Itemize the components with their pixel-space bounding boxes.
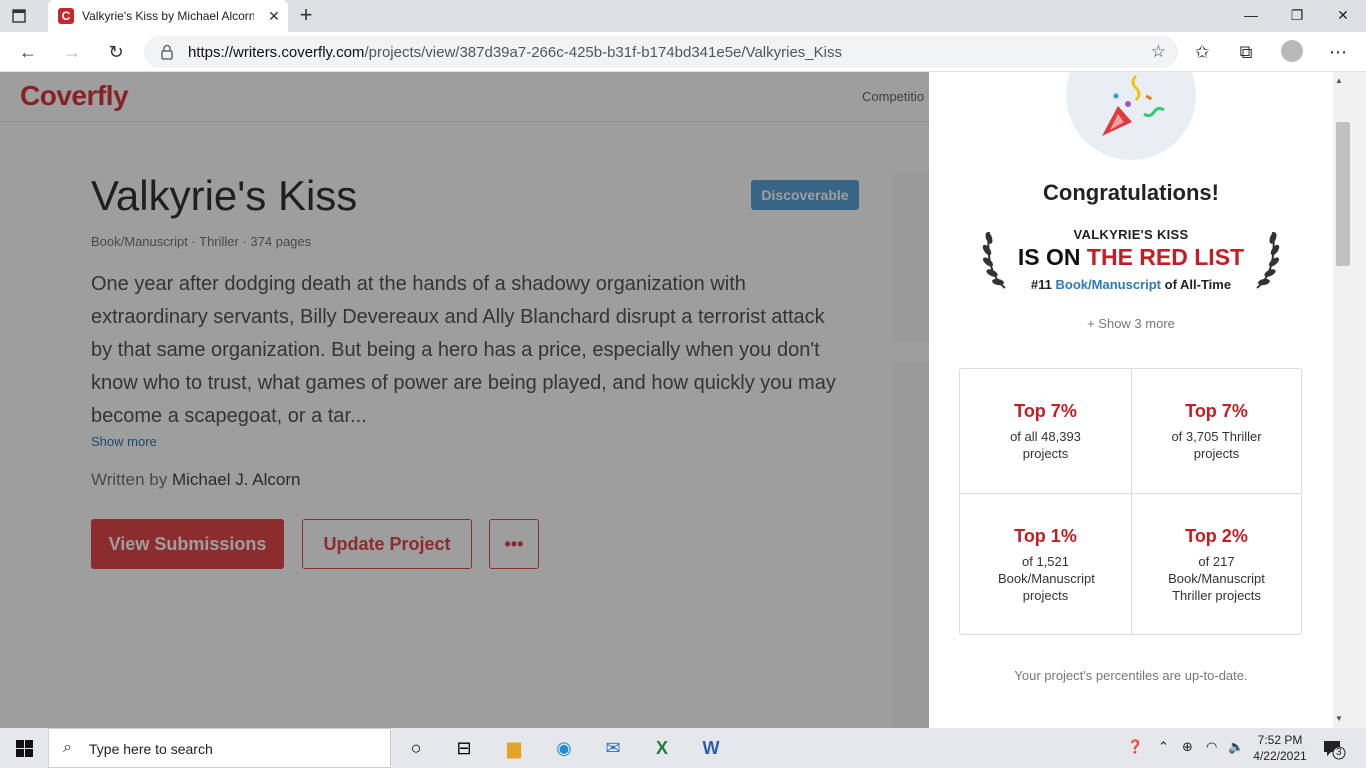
stat-description: of 1,521 Book/Manuscript projects	[998, 554, 1095, 603]
clock-date: 4/22/2021	[1253, 749, 1307, 763]
collections-icon[interactable]: ⧉	[1234, 40, 1258, 64]
url-path: /projects/view/387d39a7-266c-425b-b31f-b…	[364, 44, 842, 61]
excel-icon[interactable]: X	[650, 736, 674, 760]
stat-percentile: Top 7%	[1014, 401, 1077, 421]
word-icon[interactable]: W	[699, 736, 723, 760]
back-arrow-icon[interactable]: ←	[16, 40, 40, 64]
refresh-icon[interactable]: ↻	[104, 40, 128, 64]
stat-description: of 3,705 Thriller projects	[1171, 429, 1262, 461]
search-placeholder: Type here to search	[89, 741, 213, 757]
browser-toolbar: ← → ↻ https://writers.coverfly.com/proje…	[0, 32, 1366, 72]
taskbar-search[interactable]: ⌕ Type here to search	[48, 728, 391, 768]
stat-percentile: Top 7%	[1185, 401, 1248, 421]
windows-taskbar: ⌕ Type here to search ○ ⊟ ▆ ◉ ✉ X W ❓ ⌃ …	[0, 728, 1366, 768]
screen: C Valkyrie's Kiss by Michael Alcorn ✕ + …	[0, 0, 1366, 768]
profile-avatar-icon[interactable]	[1281, 40, 1303, 62]
browser-tab-active[interactable]: C Valkyrie's Kiss by Michael Alcorn ✕	[48, 0, 288, 32]
network-device-icon[interactable]: ⊕	[1182, 739, 1193, 755]
new-tab-plus-icon[interactable]: +	[294, 4, 318, 28]
stat-description: of all 48,393 projects	[1010, 429, 1081, 461]
red-list-project-name: VALKYRIE'S KISS	[1073, 227, 1189, 242]
help-icon[interactable]: ❓	[1127, 739, 1143, 755]
coverfly-favicon-icon: C	[58, 8, 74, 24]
forward-arrow-icon[interactable]: →	[60, 40, 84, 64]
lock-icon[interactable]	[160, 44, 174, 60]
web-page: Coverfly Competitio Valkyrie's Kiss Disc…	[0, 72, 1366, 728]
restore-icon[interactable]: ❐	[1274, 0, 1320, 32]
stat-cell: Top 2% of 217 Book/Manuscript Thriller p…	[1131, 526, 1302, 604]
notification-count: 3	[1336, 747, 1342, 758]
close-window-icon[interactable]: ✕	[1320, 0, 1366, 32]
url-text[interactable]: https://writers.coverfly.com/projects/vi…	[188, 44, 842, 61]
red-list-heading: IS ON THE RED LIST	[929, 244, 1333, 271]
grid-divider-horizontal	[960, 493, 1301, 494]
stat-cell: Top 1% of 1,521 Book/Manuscript projects	[960, 526, 1131, 604]
mail-icon[interactable]: ✉	[601, 736, 625, 760]
show-3-more-button[interactable]: + Show 3 more	[929, 316, 1333, 331]
rank-category-link[interactable]: Book/Manuscript	[1056, 277, 1161, 292]
tab-actions-icon[interactable]	[10, 7, 28, 25]
stat-cell: Top 7% of all 48,393 projects	[960, 401, 1131, 462]
file-explorer-icon[interactable]: ▆	[502, 736, 526, 760]
clock-time: 7:52 PM	[1257, 733, 1303, 747]
scroll-up-arrow-icon[interactable]: ▲	[1335, 76, 1343, 85]
wifi-icon[interactable]: ◠	[1206, 739, 1217, 755]
stat-percentile: Top 1%	[1014, 526, 1077, 546]
close-tab-icon[interactable]: ✕	[264, 6, 284, 26]
show-hidden-icons-chevron-icon[interactable]: ⌃	[1158, 739, 1169, 755]
is-on-text: IS ON	[1017, 244, 1081, 270]
windows-start-icon[interactable]	[16, 740, 33, 757]
settings-more-icon[interactable]: ⋯	[1326, 40, 1350, 64]
rank-suffix: of All-Time	[1164, 277, 1232, 292]
congratulations-heading: Congratulations!	[1043, 180, 1219, 205]
scrollbar-thumb[interactable]	[1336, 122, 1350, 266]
notification-speech-icon	[1324, 741, 1346, 760]
red-list-drawer: Congratulations! VALKYRIE'S KISS IS ON T…	[929, 72, 1333, 728]
favorites-icon[interactable]: ✩	[1190, 40, 1214, 64]
tab-title: Valkyrie's Kiss by Michael Alcorn	[82, 9, 254, 23]
stat-description: of 217 Book/Manuscript Thriller projects	[1168, 554, 1265, 603]
volume-icon[interactable]: 🔈	[1228, 739, 1244, 755]
percentile-status: Your project's percentiles are up-to-dat…	[1014, 668, 1248, 683]
search-icon: ⌕	[63, 739, 72, 756]
action-center-icon[interactable]: 3	[1322, 738, 1346, 760]
percentile-grid: Top 7% of all 48,393 projects Top 7% of …	[959, 368, 1302, 635]
taskbar-clock[interactable]: 7:52 PM 4/22/2021	[1250, 732, 1310, 764]
the-red-list-text: THE RED LIST	[1086, 244, 1245, 270]
task-view-icon[interactable]: ⊟	[452, 736, 476, 760]
address-bar[interactable]: https://writers.coverfly.com/projects/vi…	[144, 36, 1178, 68]
scroll-down-arrow-icon[interactable]: ▼	[1335, 714, 1343, 723]
red-list-rank: #11 Book/Manuscript of All-Time	[929, 277, 1333, 292]
party-popper-icon	[1102, 74, 1165, 136]
modal-backdrop[interactable]	[0, 72, 929, 728]
browser-tab-bar: C Valkyrie's Kiss by Michael Alcorn ✕ + …	[0, 0, 1366, 32]
add-favorite-star-icon[interactable]: ☆	[1151, 42, 1166, 62]
url-host: https://writers.coverfly.com	[188, 44, 365, 61]
rank-number: #11	[1030, 277, 1052, 292]
cortana-icon[interactable]: ○	[404, 736, 428, 760]
party-popper-badge	[1066, 72, 1196, 160]
stat-cell: Top 7% of 3,705 Thriller projects	[1131, 401, 1302, 462]
minimize-icon[interactable]: —	[1228, 0, 1274, 32]
edge-browser-icon[interactable]: ◉	[552, 736, 576, 760]
stat-percentile: Top 2%	[1185, 526, 1248, 546]
